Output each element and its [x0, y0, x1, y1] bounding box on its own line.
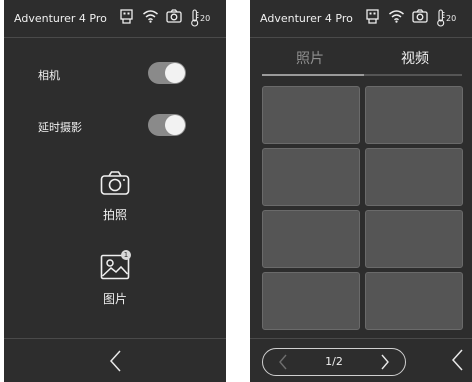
camera-icon [166, 9, 182, 23]
camera-setting-label: 相机 [38, 69, 60, 82]
timelapse-setting-row: 延时摄影 [4, 111, 226, 141]
camera-icon [90, 170, 140, 200]
tab-videos[interactable]: 视频 [401, 48, 429, 68]
pagination-control: 1/2 [262, 348, 406, 376]
capture-photo-label: 拍照 [102, 208, 127, 222]
gallery-screen: Adventurer 4 Pro 20 照片 视频 1/2 [250, 0, 472, 382]
temperature-value: 20 [200, 14, 211, 23]
gallery-label: 图片 [102, 292, 127, 306]
thumbnail-cell[interactable] [365, 272, 463, 330]
settings-screen: Adventurer 4 Pro 20 相机 延时摄影 拍照 1 图片 [4, 0, 226, 382]
back-chevron-icon[interactable] [448, 348, 468, 372]
usb-drive-icon [366, 9, 379, 25]
thumbnail-cell[interactable] [262, 272, 360, 330]
thumbnail-cell[interactable] [262, 210, 360, 268]
device-title: Adventurer 4 Pro [14, 12, 107, 25]
thermometer-icon [436, 9, 445, 27]
thumbnail-cell[interactable] [365, 86, 463, 144]
thumbnail-cell[interactable] [365, 210, 463, 268]
thumbnail-cell[interactable] [365, 148, 463, 206]
thumbnail-grid [262, 86, 464, 330]
usb-drive-icon [120, 9, 133, 25]
wifi-icon [142, 9, 159, 23]
image-icon [90, 254, 140, 284]
wifi-icon [388, 9, 405, 23]
thermometer-icon [190, 9, 199, 27]
timelapse-setting-label: 延时摄影 [38, 121, 82, 134]
gallery-button[interactable]: 1 图片 [90, 250, 140, 307]
device-title: Adventurer 4 Pro [260, 12, 353, 25]
thumbnail-cell[interactable] [262, 86, 360, 144]
camera-toggle[interactable] [148, 62, 186, 84]
back-chevron-icon[interactable] [106, 349, 126, 373]
camera-setting-row: 相机 [4, 59, 226, 89]
temperature-value: 20 [446, 14, 457, 23]
status-bar: Adventurer 4 Pro 20 [250, 0, 472, 38]
next-page-icon[interactable] [379, 354, 391, 370]
tab-indicator [262, 74, 364, 76]
gallery-count-badge: 1 [121, 250, 131, 260]
camera-icon [412, 9, 428, 23]
tab-photos[interactable]: 照片 [296, 48, 324, 68]
capture-photo-button[interactable]: 拍照 [90, 170, 140, 223]
status-bar: Adventurer 4 Pro 20 [4, 0, 226, 38]
media-tabs: 照片 视频 [250, 38, 472, 78]
timelapse-toggle[interactable] [148, 114, 186, 136]
bottom-bar [4, 338, 226, 382]
thumbnail-cell[interactable] [262, 148, 360, 206]
